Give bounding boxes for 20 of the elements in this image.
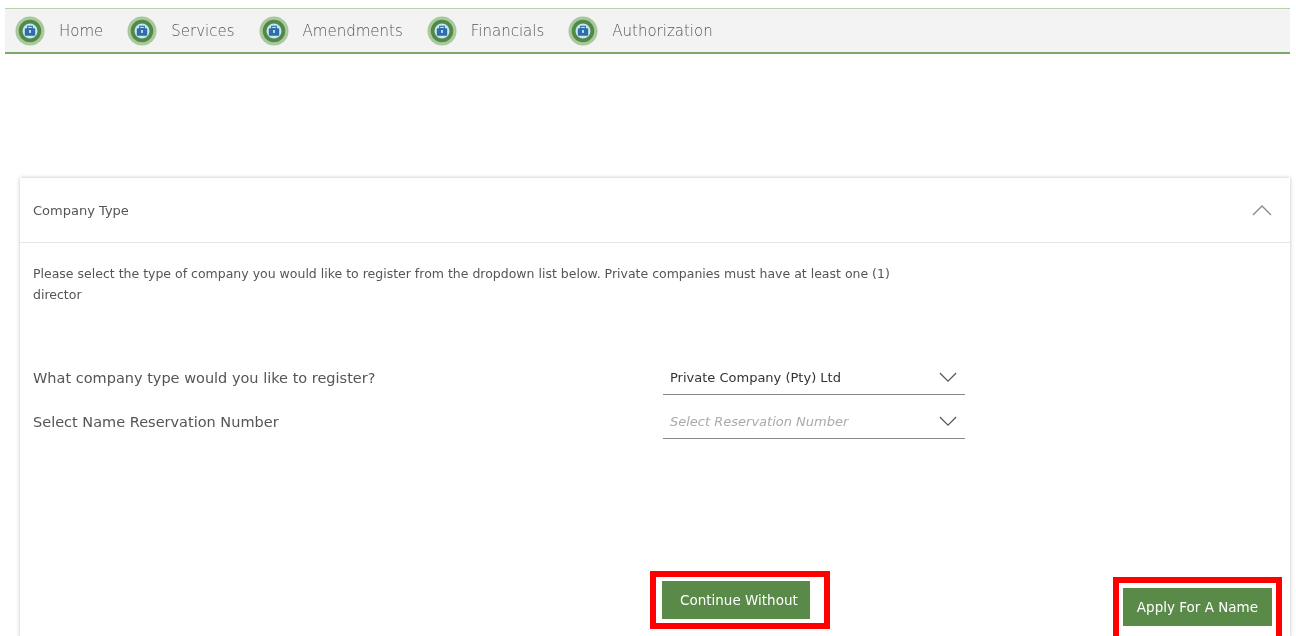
nav-link[interactable]: Authorization	[612, 21, 713, 40]
chevron-down-icon	[939, 372, 957, 383]
dropdown-field[interactable]: Private Company (Pty) Ltd	[663, 361, 965, 395]
briefcase-badge-icon	[568, 15, 599, 46]
nav-link[interactable]: Financials	[470, 21, 545, 40]
nav-link[interactable]: Amendments	[302, 21, 403, 40]
field-label: What company type would you like to register?	[33, 370, 377, 386]
chevron-up-icon[interactable]	[1252, 204, 1272, 216]
field-label: Select Name Reservation Number	[33, 414, 280, 430]
briefcase-badge-icon	[15, 15, 45, 46]
chevron-down-icon	[939, 416, 957, 427]
nav-link[interactable]: Home	[59, 21, 104, 40]
briefcase-badge-icon	[258, 15, 289, 46]
panel-title: Company Type	[33, 202, 129, 218]
briefcase-badge-icon	[426, 15, 457, 46]
briefcase-badge-icon	[127, 15, 158, 46]
action-button[interactable]: Continue Without	[662, 581, 810, 619]
description-text: Please select the type of company you would like to register from the dropdown list below. Private companies must have at least one (1) director	[33, 265, 891, 304]
action-button[interactable]: Apply For A Name	[1122, 588, 1272, 626]
nav-link[interactable]: Services	[171, 21, 235, 40]
